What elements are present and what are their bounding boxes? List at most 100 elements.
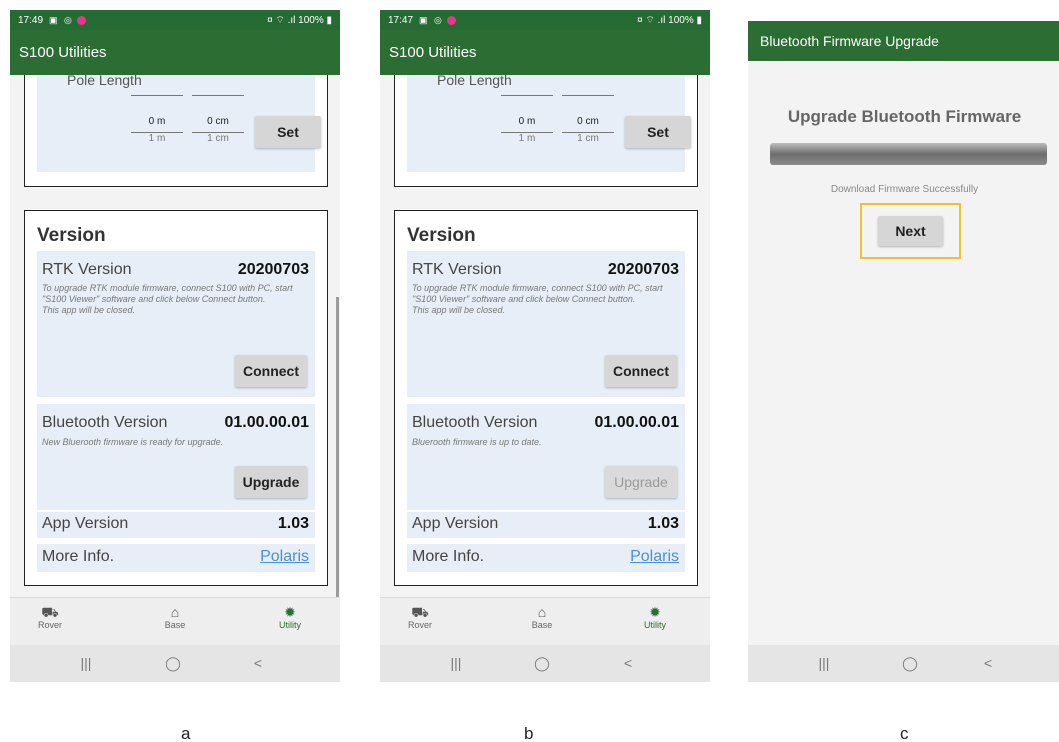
- pole-m-field[interactable]: 0 m 1 m: [131, 95, 183, 144]
- rtk-version-panel: RTK Version 20200703 To upgrade RTK modu…: [37, 251, 315, 397]
- pole-cm-unit: 1 cm: [562, 132, 614, 144]
- more-info-panel: More Info. Polaris: [37, 544, 315, 572]
- status-bar: 17:49 ▣ ◎ ¤ ⌔ .ıl 100% ▮: [10, 10, 340, 30]
- app-version-panel: App Version 1.03: [37, 512, 315, 538]
- rtk-version-value: 20200703: [237, 261, 309, 278]
- more-info-panel: More Info. Polaris: [407, 544, 685, 572]
- connect-button[interactable]: Connect: [605, 355, 677, 387]
- polaris-link[interactable]: Polaris: [260, 548, 309, 566]
- rtk-version-value: 20200703: [607, 261, 679, 278]
- status-icons: ▣ ◎: [419, 14, 444, 25]
- tab-utility[interactable]: ✹ Utility: [615, 604, 695, 630]
- tab-rover-label: Rover: [407, 620, 432, 630]
- status-icons: ▣ ◎: [49, 14, 74, 25]
- version-title: Version: [407, 225, 476, 246]
- bluetooth-version-note: New Bluerooth firmware is ready for upgr…: [42, 437, 224, 447]
- back-icon[interactable]: <: [968, 655, 1008, 671]
- bottom-tab-bar: ⛟ Rover ⌂ Base ✹ Utility: [10, 597, 340, 645]
- app-version-label: App Version: [42, 515, 129, 532]
- download-status-message: Download Firmware Successfully: [830, 184, 979, 195]
- tab-rover[interactable]: ⛟ Rover: [10, 604, 90, 630]
- recent-apps-icon[interactable]: |||: [436, 655, 476, 671]
- tab-utility[interactable]: ✹ Utility: [250, 604, 330, 630]
- set-button[interactable]: Set: [625, 116, 691, 148]
- home-icon: ⌂: [537, 604, 547, 620]
- tab-rover[interactable]: ⛟ Rover: [380, 604, 460, 630]
- version-title: Version: [37, 225, 106, 246]
- app-title: Bluetooth Firmware Upgrade: [748, 21, 1059, 61]
- pole-m-value: 0 m: [518, 116, 536, 127]
- home-icon: ⌂: [170, 604, 180, 620]
- pole-cm-value: 0 cm: [207, 116, 229, 127]
- utility-content[interactable]: Pole Length 0 m 1 m 0 cm 1 cm Set Versio…: [10, 75, 340, 597]
- pole-m-field[interactable]: 0 m 1 m: [501, 95, 553, 144]
- app-title: S100 Utilities: [380, 30, 710, 75]
- polaris-link[interactable]: Polaris: [630, 548, 679, 566]
- pole-length-card: Pole Length 0 m 1 m 0 cm 1 cm Set: [24, 75, 328, 187]
- back-icon[interactable]: <: [238, 655, 278, 671]
- app-version-label: App Version: [412, 515, 499, 532]
- utility-content[interactable]: Pole Length 0 m 1 m 0 cm 1 cm Set Versio…: [380, 75, 710, 597]
- pole-m-unit: 1 m: [131, 132, 183, 144]
- bluetooth-version-label: Bluetooth Version: [42, 414, 168, 431]
- screenshot-a: 17:49 ▣ ◎ ¤ ⌔ .ıl 100% ▮ S100 Utilities …: [10, 10, 340, 682]
- bluetooth-version-label: Bluetooth Version: [412, 414, 538, 431]
- rtk-version-label: RTK Version: [412, 261, 502, 278]
- caption-a: a: [181, 724, 191, 742]
- bluetooth-version-panel: Bluetooth Version 01.00.00.01 Bluerooth …: [407, 404, 685, 510]
- home-button-icon[interactable]: ◯: [522, 655, 562, 672]
- pole-length-card: Pole Length 0 m 1 m 0 cm 1 cm Set: [394, 75, 698, 187]
- bluetooth-version-note: Bluerooth firmware is up to date.: [412, 437, 542, 447]
- upgrade-progress-bar: [770, 143, 1047, 165]
- bluetooth-version-panel: Bluetooth Version 01.00.00.01 New Bluero…: [37, 404, 315, 510]
- tab-utility-label: Utility: [279, 620, 301, 630]
- system-nav-bar: ||| ◯ <: [10, 645, 340, 682]
- tab-base[interactable]: ⌂ Base: [135, 604, 215, 630]
- more-info-label: More Info.: [412, 548, 485, 565]
- home-button-icon[interactable]: ◯: [153, 655, 193, 672]
- pole-cm-field[interactable]: 0 cm 1 cm: [192, 95, 244, 144]
- rtk-version-panel: RTK Version 20200703 To upgrade RTK modu…: [407, 251, 685, 397]
- back-icon[interactable]: <: [608, 655, 648, 671]
- upgrade-button[interactable]: Upgrade: [235, 466, 307, 498]
- tab-rover-label: Rover: [37, 620, 62, 630]
- gear-icon: ✹: [284, 604, 296, 620]
- bottom-tab-bar: ⛟ Rover ⌂ Base ✹ Utility: [380, 597, 710, 645]
- recent-apps-icon[interactable]: |||: [66, 655, 106, 671]
- screenshot-c: Bluetooth Firmware Upgrade Upgrade Bluet…: [748, 21, 1059, 682]
- car-icon: ⛟: [41, 604, 59, 620]
- app-title: S100 Utilities: [10, 30, 340, 75]
- tab-base-label: Base: [164, 620, 186, 630]
- set-button[interactable]: Set: [255, 116, 321, 148]
- app-version-value: 1.03: [277, 515, 309, 532]
- gear-icon: ✹: [649, 604, 661, 620]
- pole-length-title: Pole Length: [437, 75, 512, 88]
- screenshot-b: 17:47 ▣ ◎ ¤ ⌔ .ıl 100% ▮ S100 Utilities …: [380, 10, 710, 682]
- rtk-version-label: RTK Version: [42, 261, 132, 278]
- battery-level: ¤ ⌔ .ıl 100% ▮: [637, 14, 702, 26]
- caption-b: b: [524, 724, 534, 742]
- pole-cm-field[interactable]: 0 cm 1 cm: [562, 95, 614, 144]
- upgrade-heading: Upgrade Bluetooth Firmware: [787, 107, 1022, 126]
- recent-apps-icon[interactable]: |||: [804, 655, 844, 671]
- notification-icon: [446, 15, 456, 25]
- more-info-label: More Info.: [42, 548, 115, 565]
- pole-length-panel: Pole Length 0 m 1 m 0 cm 1 cm Set: [37, 75, 321, 172]
- system-nav-bar: ||| ◯ <: [380, 645, 710, 682]
- scrollbar[interactable]: [336, 297, 339, 597]
- status-bar: 17:47 ▣ ◎ ¤ ⌔ .ıl 100% ▮: [380, 10, 710, 30]
- next-button[interactable]: Next: [878, 216, 943, 246]
- status-time: 17:47: [388, 14, 414, 26]
- upgrade-button[interactable]: Upgrade: [605, 466, 677, 498]
- rtk-version-note: To upgrade RTK module firmware, connect …: [42, 283, 293, 315]
- bluetooth-version-value: 01.00.00.01: [224, 414, 309, 431]
- pole-cm-unit: 1 cm: [192, 132, 244, 144]
- version-card: Version RTK Version 20200703 To upgrade …: [24, 210, 328, 586]
- app-version-panel: App Version 1.03: [407, 512, 685, 538]
- tab-base[interactable]: ⌂ Base: [502, 604, 582, 630]
- notification-icon: [76, 15, 86, 25]
- tab-base-label: Base: [531, 620, 553, 630]
- version-card: Version RTK Version 20200703 To upgrade …: [394, 210, 698, 586]
- connect-button[interactable]: Connect: [235, 355, 307, 387]
- home-button-icon[interactable]: ◯: [890, 655, 930, 672]
